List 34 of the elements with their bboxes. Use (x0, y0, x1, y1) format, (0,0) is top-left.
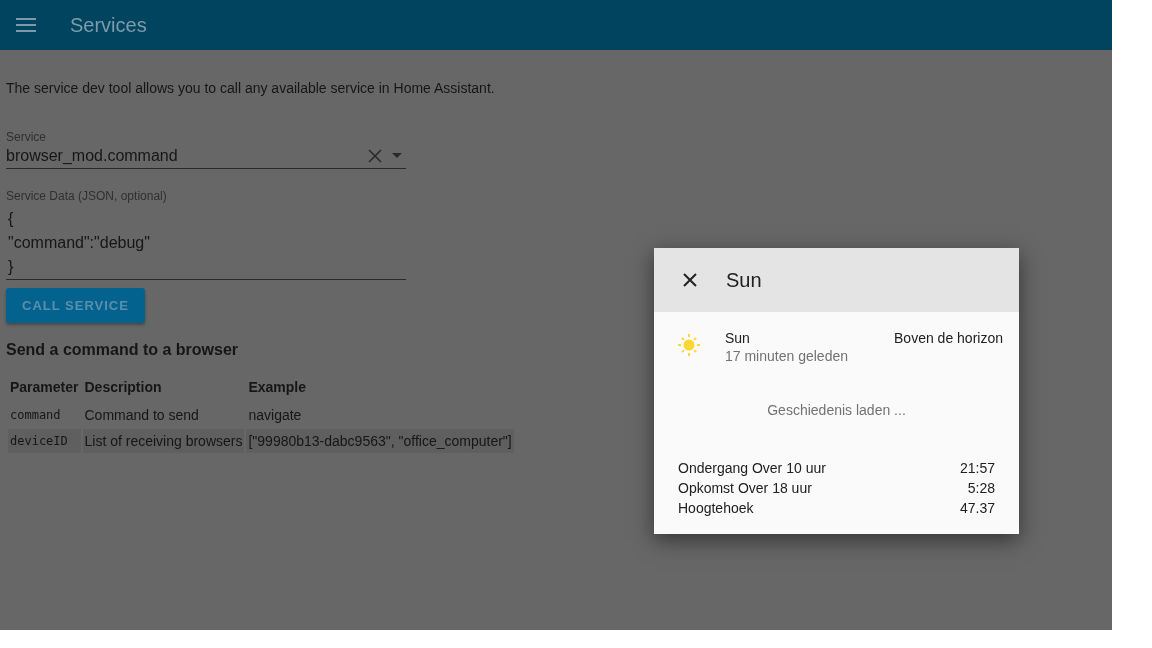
attribute-value: 21:57 (959, 459, 995, 478)
intro-text: The service dev tool allows you to call any available service in Home Assistant. (6, 80, 496, 96)
attribute-value: 5:28 (967, 479, 995, 498)
table-cell: List of receiving browsers (82, 429, 245, 453)
table-cell-text: navigate (247, 406, 303, 425)
entity-state: Boven de horizon (894, 330, 1003, 346)
table-cell: deviceID (8, 429, 81, 453)
attribute-label: Hoogtehoek (678, 499, 754, 518)
table-cell-text: Command to send (83, 406, 200, 425)
column-header: Parameter (9, 378, 80, 397)
page-title: Services (70, 13, 147, 37)
menu-button[interactable] (16, 17, 36, 33)
clear-icon[interactable] (368, 149, 382, 163)
last-changed-text: 17 minuten geleden (725, 348, 849, 364)
service-field[interactable]: browser_mod.command (6, 144, 406, 169)
history-loading-text: Geschiedenis laden ... (766, 402, 907, 418)
close-button[interactable] (682, 272, 698, 288)
table-cell: ["99980b13-dabc9563", "office_computer"] (246, 429, 514, 453)
section-heading: Send a command to a browser (6, 341, 239, 359)
entity-name: Sun (725, 330, 751, 346)
attribute-label: Opkomst Over 18 uur (678, 479, 812, 498)
attribute-value: 47.37 (959, 499, 995, 518)
caret-icon[interactable] (392, 153, 402, 159)
call-service-button[interactable]: CALL SERVICE (6, 288, 145, 323)
column-header: Description (83, 378, 163, 397)
sun-icon (678, 334, 700, 356)
dialog-title: Sun (726, 268, 762, 292)
column-header: Example (247, 378, 308, 397)
menu-icon (16, 17, 36, 33)
service-data-field[interactable]: { "command":"debug" } (6, 203, 406, 280)
table-cell-text: command (9, 407, 62, 424)
close-icon (682, 272, 698, 288)
attribute-label: Ondergang Over 10 uur (678, 459, 826, 478)
service-label: Service (6, 130, 47, 144)
